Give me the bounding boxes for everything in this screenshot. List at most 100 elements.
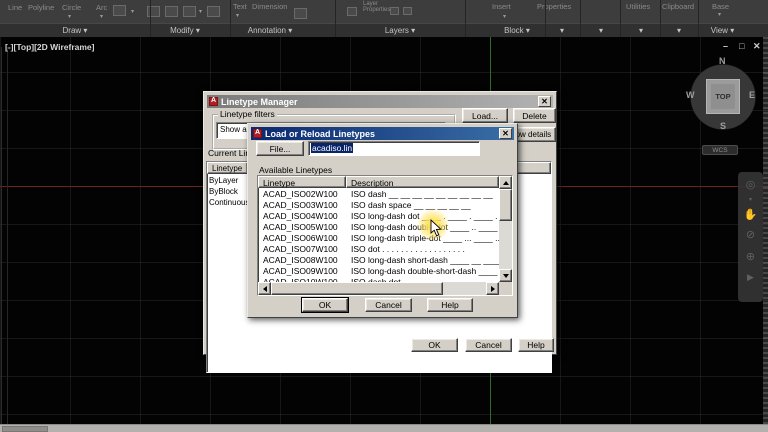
zoom-icon[interactable]: ⊘ (738, 228, 763, 241)
viewcube-south[interactable]: S (720, 121, 726, 131)
help-button[interactable]: Help (518, 338, 554, 352)
linetype-row[interactable]: ACAD_ISO09W100 ISO long-dash double-short… (259, 266, 499, 277)
linetype-desc: ISO long-dash triple-dot ____ ... ____ .… (351, 233, 499, 243)
file-name-field[interactable]: acadiso.lin (308, 141, 480, 156)
close-button[interactable]: ✕ (538, 96, 551, 107)
horizontal-scroll-thumb[interactable] (271, 282, 443, 295)
linetype-name: ACAD_ISO05W100 (263, 222, 338, 232)
linetype-name: ACAD_ISO02W100 (263, 189, 338, 199)
dimension-tool-button[interactable]: Dimension (252, 2, 287, 11)
scroll-down-icon[interactable] (499, 269, 512, 282)
linetype-row[interactable]: ACAD_ISO05W100 ISO long-dash double-dot _… (259, 222, 499, 233)
annotation-panel-label[interactable]: Annotation ▾ (240, 26, 300, 35)
copy-tool-icon[interactable] (165, 6, 178, 17)
scroll-right-icon[interactable] (486, 282, 499, 295)
autocad-dialog-icon (253, 129, 262, 138)
list-item[interactable]: ByBlock (209, 187, 238, 196)
list-item[interactable]: Continuous (209, 198, 249, 207)
viewcube-east[interactable]: E (749, 90, 755, 100)
utilities-panel-expand-icon[interactable]: ▾ (635, 26, 647, 35)
bottom-bar-button[interactable] (2, 426, 48, 432)
properties-panel-title: Properties (537, 2, 572, 11)
stretch-tool-icon[interactable] (183, 6, 196, 17)
text-dropdown-icon[interactable]: ▾ (236, 12, 239, 19)
panel-separator (660, 0, 661, 37)
linetype-column-header[interactable]: Linetype (258, 176, 346, 188)
text-tool-button[interactable]: Text (233, 2, 247, 11)
base-dropdown-icon[interactable]: ▾ (718, 11, 721, 18)
linetype-filters-label: Linetype filters (218, 109, 277, 119)
showmotion-icon[interactable]: ▶ (738, 272, 763, 283)
draw-panel-label[interactable]: Draw ▾ (50, 26, 100, 35)
viewcube-west[interactable]: W (686, 90, 695, 100)
linetype-row[interactable]: ACAD_ISO07W100 ISO dot . . . . . . . . . … (259, 244, 499, 255)
layers-panel-label[interactable]: Layers ▾ (375, 26, 425, 35)
navbar-dropdown-icon[interactable]: ▾ (738, 196, 763, 203)
wcs-menu[interactable]: WCS (702, 145, 738, 155)
clipboard-panel-expand-icon[interactable]: ▾ (673, 26, 685, 35)
line-tool-button[interactable]: Line (8, 3, 22, 12)
pan-hand-icon[interactable]: ✋ (738, 208, 763, 221)
block-panel-label[interactable]: Block ▾ (492, 26, 542, 35)
panel-separator (465, 0, 466, 37)
layer-state-icon[interactable] (347, 7, 357, 16)
ok-button[interactable]: OK (411, 338, 458, 352)
delete-button[interactable]: Delete (513, 108, 556, 123)
modify-panel-label[interactable]: Modify ▾ (160, 26, 210, 35)
vertical-scroll-thumb[interactable] (499, 189, 512, 221)
file-button[interactable]: File... (256, 141, 304, 156)
modify-dropdown-icon[interactable]: ▾ (199, 8, 202, 15)
load-button[interactable]: Load... (462, 108, 508, 123)
navigation-bar: ◎ ▾ ✋ ⊘ ⊕ ▶ (738, 172, 763, 302)
linetype-row[interactable]: ACAD_ISO06W100 ISO long-dash triple-dot _… (259, 233, 499, 244)
fillet-tool-icon[interactable] (207, 6, 220, 17)
polyline-tool-button[interactable]: Polyline (28, 3, 54, 12)
orbit-icon[interactable]: ⊕ (738, 250, 763, 263)
cancel-button[interactable]: Cancel (365, 298, 412, 312)
steering-wheel-icon[interactable]: ◎ (738, 178, 763, 191)
linetype-name: ACAD_ISO06W100 (263, 233, 338, 243)
erase-tool-icon[interactable] (147, 6, 160, 17)
linetype-name: ACAD_ISO04W100 (263, 211, 338, 221)
linetype-manager-titlebar[interactable]: Linetype Manager ✕ (207, 95, 553, 108)
restore-icon[interactable]: □ (739, 42, 744, 51)
properties-panel-expand-icon[interactable]: ▾ (556, 26, 568, 35)
layer-isolate-icon[interactable] (390, 7, 399, 15)
description-column-header[interactable]: Description (346, 176, 499, 188)
circle-dropdown-icon[interactable]: ▾ (68, 13, 71, 20)
linetype-row[interactable]: ACAD_ISO03W100 ISO dash space __ __ __ __… (259, 200, 499, 211)
scrollbar-corner (499, 282, 512, 295)
linetype-row[interactable]: ACAD_ISO04W100 ISO long-dash dot ____ . _… (259, 211, 499, 222)
rectangle-dropdown-icon[interactable]: ▾ (131, 8, 134, 15)
linetype-column-header[interactable]: Linetype (207, 162, 248, 174)
list-item[interactable]: ByLayer (209, 176, 238, 185)
viewcube-north[interactable]: N (719, 56, 726, 66)
scroll-left-icon[interactable] (258, 282, 271, 295)
table-tool-icon[interactable] (294, 8, 307, 19)
view-panel-label[interactable]: View ▾ (700, 26, 745, 35)
viewcube-top-face[interactable]: TOP (706, 79, 740, 114)
available-linetypes-label: Available Linetypes (259, 165, 333, 175)
load-dialog-titlebar[interactable]: Load or Reload Linetypes ✕ (251, 127, 514, 140)
insert-block-button[interactable]: Insert (492, 2, 511, 11)
circle-tool-button[interactable]: Circle (62, 3, 81, 12)
arc-tool-button[interactable]: Arc (96, 3, 107, 12)
linetype-row[interactable]: ACAD_ISO02W100 ISO dash __ __ __ __ __ __… (259, 189, 499, 200)
groups-panel-expand-icon[interactable]: ▾ (595, 26, 607, 35)
scroll-up-icon[interactable] (499, 176, 512, 189)
linetype-name: ACAD_ISO03W100 (263, 200, 338, 210)
linetype-row[interactable]: ACAD_ISO08W100 ISO long-dash short-dash _… (259, 255, 499, 266)
layer-freeze-icon[interactable] (403, 7, 412, 15)
close-button[interactable]: ✕ (499, 128, 512, 139)
cancel-button[interactable]: Cancel (465, 338, 512, 352)
base-button[interactable]: Base (712, 2, 729, 11)
close-icon[interactable]: ✕ (753, 42, 761, 51)
help-button[interactable]: Help (427, 298, 473, 312)
arc-dropdown-icon[interactable]: ▾ (100, 13, 103, 20)
insert-dropdown-icon[interactable]: ▾ (503, 13, 506, 20)
ok-button[interactable]: OK (301, 297, 349, 313)
minimize-icon[interactable]: – (723, 42, 728, 51)
layer-properties-button[interactable]: Layer Properties (363, 1, 390, 13)
viewport-controls-label[interactable]: [-][Top][2D Wireframe] (5, 42, 94, 52)
rectangle-tool-icon[interactable] (113, 5, 126, 16)
